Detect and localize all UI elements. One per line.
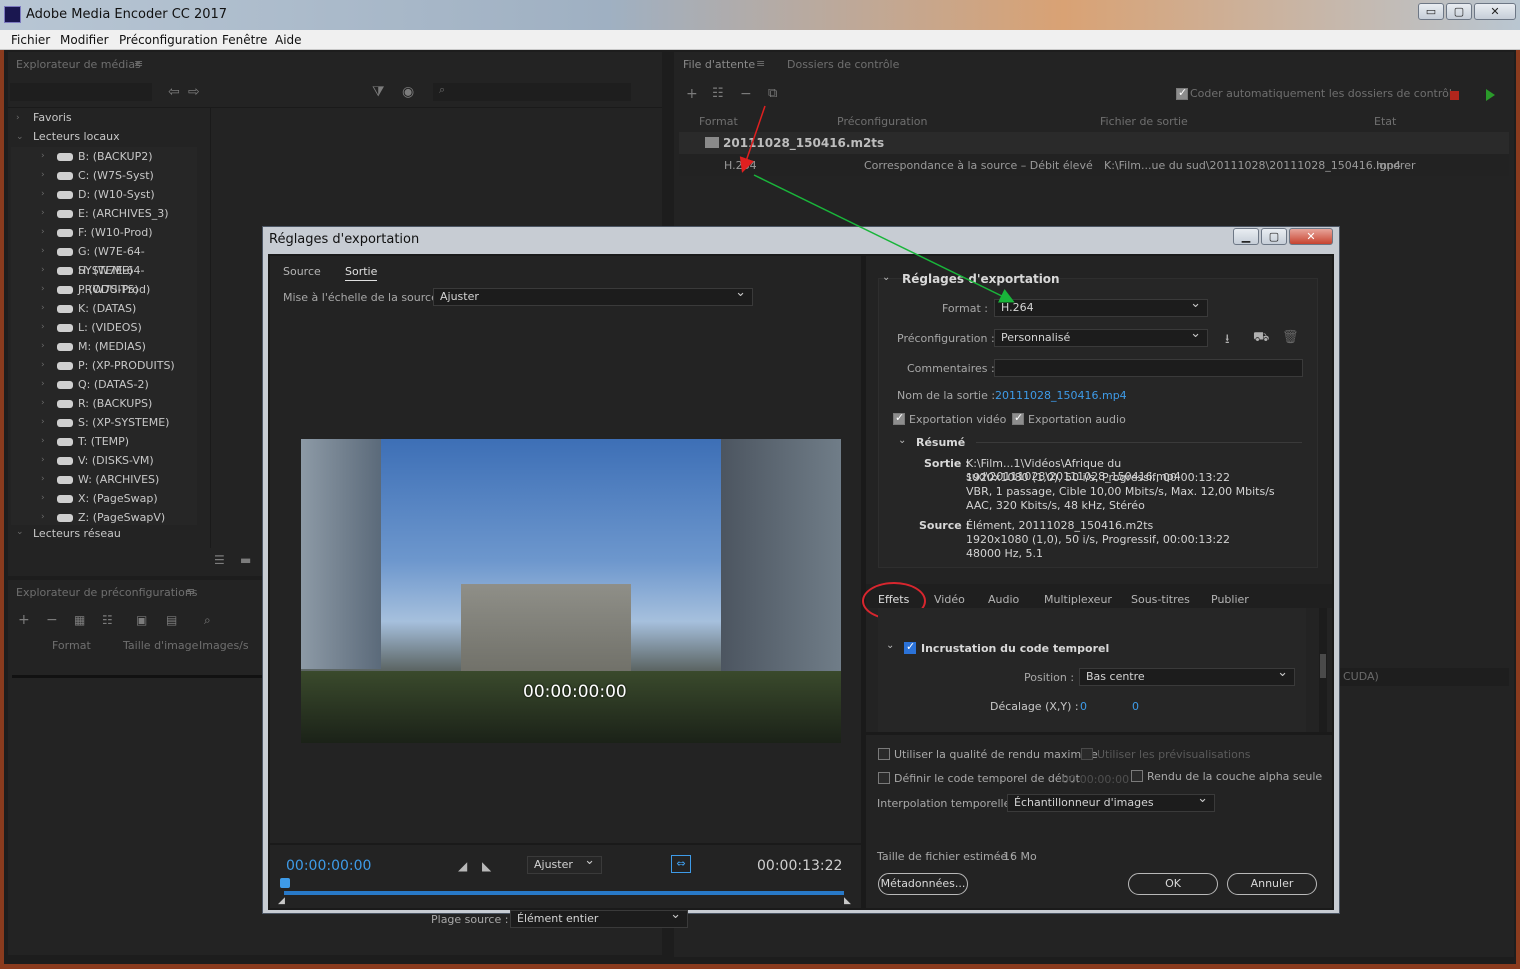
green-arrow	[753, 174, 1015, 303]
annotation-arrows	[739, 105, 1015, 303]
red-arrow	[739, 105, 766, 173]
